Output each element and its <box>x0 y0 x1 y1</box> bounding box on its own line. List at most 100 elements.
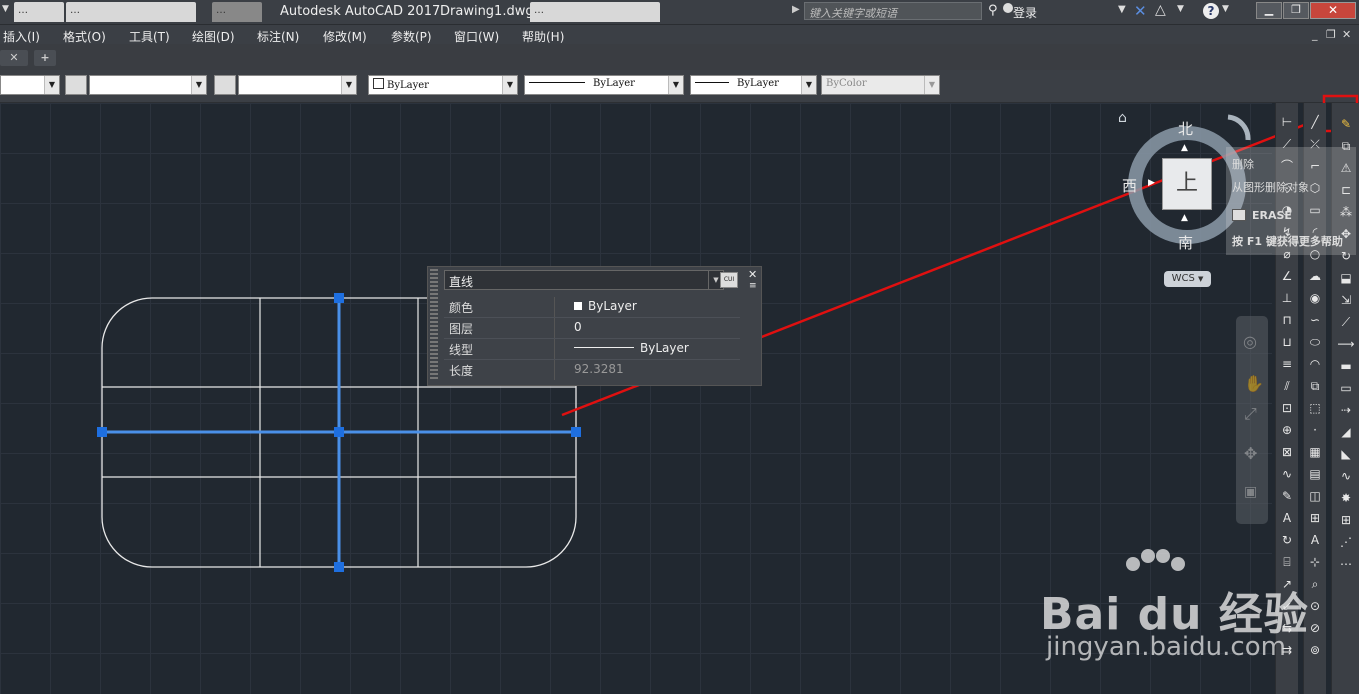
qp-row-length: 长度 92.3281 <box>444 360 740 380</box>
qp-row-layer[interactable]: 图层 0 <box>444 318 740 339</box>
make-block-icon[interactable]: ⬚ <box>1306 399 1324 417</box>
quick-properties-grip[interactable] <box>430 269 438 381</box>
qp-value-linetype: ByLayer <box>574 341 689 355</box>
add-selected-icon[interactable]: ⊹ <box>1306 553 1324 571</box>
inspection-icon[interactable]: ⊠ <box>1278 443 1296 461</box>
wcs-label: WCS <box>1171 273 1195 284</box>
viewcube-south[interactable]: 南 <box>1178 232 1193 253</box>
tooltip-title: 删除 <box>1232 158 1254 171</box>
hatch-icon[interactable]: ▦ <box>1306 443 1324 461</box>
edit-text-icon[interactable]: A <box>1278 509 1296 527</box>
join-icon[interactable]: ⇢ <box>1337 401 1355 419</box>
wcs-menu[interactable]: WCS ▼ <box>1164 271 1211 287</box>
extend-icon[interactable]: ⟶ <box>1337 335 1355 353</box>
edit-dimension-icon[interactable]: ✎ <box>1278 487 1296 505</box>
quick-properties-options-icon[interactable]: ≡ <box>749 281 757 291</box>
point-icon[interactable]: · <box>1306 421 1324 439</box>
customize-cui-icon[interactable]: CUI <box>720 272 738 288</box>
qp-value-layer: 0 <box>574 320 582 334</box>
qp-row-color[interactable]: 颜色 ByLayer <box>444 297 740 318</box>
revcloud-icon[interactable]: ☁ <box>1306 267 1324 285</box>
viewcube-north[interactable]: 北 <box>1178 118 1193 139</box>
chamfer-icon[interactable]: ◢ <box>1337 423 1355 441</box>
fillet-icon[interactable]: ◣ <box>1337 445 1355 463</box>
break-icon[interactable]: ⫽ <box>1278 377 1296 395</box>
qp-divider <box>554 339 555 359</box>
viewcube-down-arrow-icon[interactable]: ▲ <box>1181 213 1188 223</box>
insert-block-icon[interactable]: ⧉ <box>1306 377 1324 395</box>
pan-hand-icon[interactable]: ✋ <box>1244 374 1264 393</box>
viewcube-top-face[interactable]: 上 <box>1162 158 1212 210</box>
baidu-paw-logo <box>1118 548 1192 582</box>
viewcube-rotate-icon[interactable] <box>1227 114 1251 141</box>
grid-icon[interactable]: ⊞ <box>1337 511 1355 529</box>
zoom-extents-icon[interactable]: ⤢ <box>1244 404 1257 424</box>
table-icon[interactable]: ⊞ <box>1306 509 1324 527</box>
qp-label-linetype: 线型 <box>449 343 474 357</box>
zoom-center-icon[interactable]: ⊚ <box>1306 641 1324 659</box>
grip-right[interactable] <box>571 427 581 437</box>
navigation-bar: ◎ ✋ ⤢ ✥ ▣ <box>1236 316 1268 524</box>
grip-center[interactable] <box>334 427 344 437</box>
qp-row-linetype[interactable]: 线型 ByLayer <box>444 339 740 360</box>
quick-dimension-icon[interactable]: ⊥ <box>1278 289 1296 307</box>
gradient-icon[interactable]: ▤ <box>1306 465 1324 483</box>
steering-wheel-icon[interactable]: ◎ <box>1243 332 1257 351</box>
dots-icon[interactable]: ⋯ <box>1337 555 1355 573</box>
qp-linetype-text: ByLayer <box>640 341 689 355</box>
erase-tooltip: 删除 从图形删除对象 ERASE 按 F1 键获得更多帮助 <box>1226 147 1356 255</box>
wcs-dropdown-icon: ▼ <box>1198 275 1204 283</box>
home-icon[interactable]: ⌂ <box>1118 110 1127 126</box>
grip-bottom[interactable] <box>334 562 344 572</box>
tooltip-description: 从图形删除对象 <box>1232 181 1309 194</box>
break-object-icon[interactable]: ▭ <box>1337 379 1355 397</box>
qp-label-length: 长度 <box>449 364 474 378</box>
qp-value-length: 92.3281 <box>574 362 624 376</box>
baidu-watermark-url: jingyan.baidu.com <box>1046 632 1286 662</box>
trim-icon[interactable]: ⟋ <box>1337 313 1355 331</box>
qp-label-color: 颜色 <box>449 301 474 315</box>
showmotion-icon[interactable]: ▣ <box>1244 484 1257 500</box>
break-at-point-icon[interactable]: ▬ <box>1337 357 1355 375</box>
scale-icon[interactable]: ⬓ <box>1337 269 1355 287</box>
spline-icon[interactable]: ∽ <box>1306 311 1324 329</box>
blend-icon[interactable]: ∿ <box>1337 467 1355 485</box>
update-icon[interactable]: ↻ <box>1278 531 1296 549</box>
ellipse-arc-icon[interactable]: ◠ <box>1306 355 1324 373</box>
object-type-dropdown[interactable]: 直线 ▼ <box>444 270 724 290</box>
qp-divider <box>554 318 555 338</box>
quick-properties-close-icon[interactable]: ✕ <box>748 268 757 281</box>
angular-icon[interactable]: ∠ <box>1278 267 1296 285</box>
tolerance-icon[interactable]: ⊡ <box>1278 399 1296 417</box>
grip-top[interactable] <box>334 293 344 303</box>
viewcube-left-arrow-icon[interactable]: ▶ <box>1148 178 1155 188</box>
dim-style-icon[interactable]: ⌸ <box>1278 553 1296 571</box>
mtext-icon[interactable]: A <box>1306 531 1324 549</box>
qp-value-color: ByLayer <box>574 299 637 313</box>
space-icon[interactable]: ≡ <box>1278 355 1296 373</box>
donut-icon[interactable]: ◉ <box>1306 289 1324 307</box>
line-icon[interactable]: ╱ <box>1306 113 1324 131</box>
object-type-value: 直线 <box>449 275 474 289</box>
snap-icon[interactable]: ⋰ <box>1337 533 1355 551</box>
jogged-linear-icon[interactable]: ∿ <box>1278 465 1296 483</box>
erase-icon[interactable]: ✎ <box>1337 115 1355 133</box>
qp-divider <box>554 297 555 317</box>
grip-left[interactable] <box>97 427 107 437</box>
qp-color-text: ByLayer <box>588 299 637 313</box>
center-mark-icon[interactable]: ⊕ <box>1278 421 1296 439</box>
baseline-icon[interactable]: ⊓ <box>1278 311 1296 329</box>
linear-dimension-icon[interactable]: ⊢ <box>1278 113 1296 131</box>
qp-label-layer: 图层 <box>449 322 474 336</box>
ellipse-icon[interactable]: ⬭ <box>1306 333 1324 351</box>
continue-icon[interactable]: ⊔ <box>1278 333 1296 351</box>
orbit-icon[interactable]: ✥ <box>1244 444 1257 463</box>
stretch-icon[interactable]: ⇲ <box>1337 291 1355 309</box>
qp-divider <box>554 360 555 380</box>
command-icon <box>1232 209 1246 221</box>
linetype-sample <box>574 347 634 348</box>
region-icon[interactable]: ◫ <box>1306 487 1324 505</box>
viewcube-up-arrow-icon[interactable]: ▲ <box>1181 143 1188 153</box>
explode-icon[interactable]: ✸ <box>1337 489 1355 507</box>
viewcube-west[interactable]: 西 <box>1122 175 1137 196</box>
